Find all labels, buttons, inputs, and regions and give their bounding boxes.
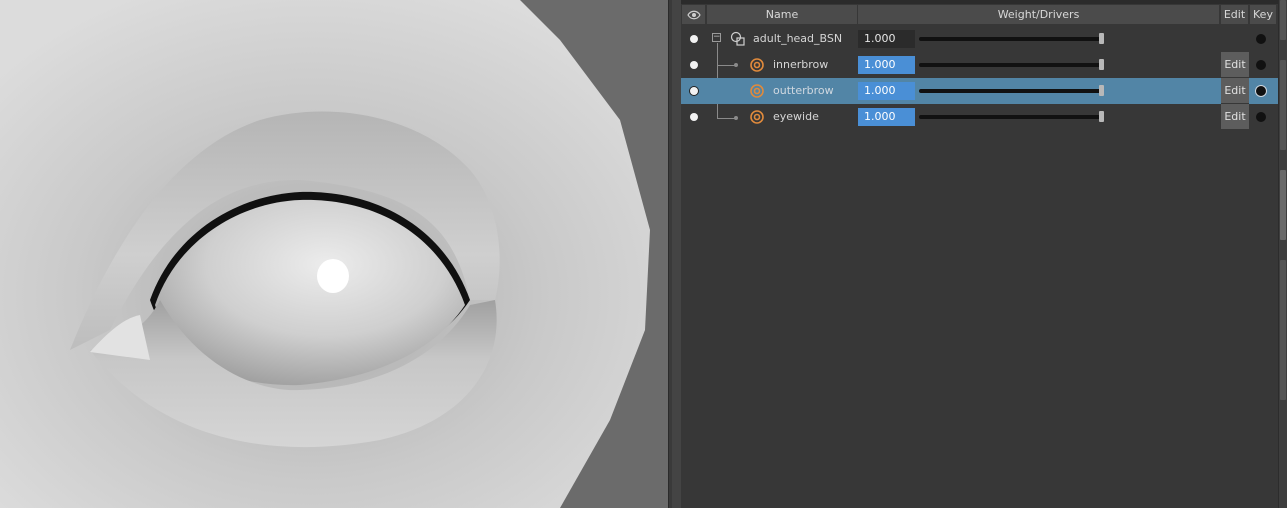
eye-icon [686, 10, 701, 19]
blendshape-row[interactable]: − adult_head_BSN 1.000 [681, 26, 1278, 52]
visibility-toggle[interactable] [690, 35, 698, 43]
panel-gap [672, 0, 681, 508]
side-tab-strip [1278, 0, 1287, 508]
shape-editor-panel: Name Weight/Drivers Edit Key − adult_hea… [681, 0, 1278, 508]
side-tab[interactable] [1280, 0, 1286, 40]
row-name: adult_head_BSN [753, 32, 843, 45]
3d-viewport[interactable] [0, 0, 668, 508]
visibility-column-header[interactable] [682, 5, 706, 24]
edit-button[interactable]: Edit [1221, 104, 1249, 130]
weight-field[interactable]: 1.000 [858, 30, 915, 48]
weight-slider[interactable] [919, 89, 1103, 93]
weight-field[interactable]: 1.000 [858, 56, 915, 74]
edit-column-header[interactable]: Edit [1221, 5, 1249, 24]
side-tab[interactable] [1280, 170, 1286, 240]
target-icon [750, 110, 764, 124]
side-tab[interactable] [1280, 60, 1286, 150]
blendshape-node-icon [730, 31, 745, 46]
weight-drivers-column-header[interactable]: Weight/Drivers [858, 5, 1220, 24]
target-row-eyewide[interactable]: eyewide 1.000 Edit [681, 104, 1278, 130]
key-indicator[interactable] [1256, 86, 1266, 96]
weight-field[interactable]: 1.000 [858, 82, 915, 100]
visibility-toggle[interactable] [690, 87, 698, 95]
slider-handle[interactable] [1099, 33, 1104, 44]
target-icon [750, 84, 764, 98]
target-row-outterbrow[interactable]: outterbrow 1.000 Edit [681, 78, 1278, 104]
target-row-innerbrow[interactable]: innerbrow 1.000 Edit [681, 52, 1278, 78]
edit-button[interactable]: Edit [1221, 78, 1249, 104]
key-indicator[interactable] [1256, 112, 1266, 122]
slider-handle[interactable] [1099, 59, 1104, 70]
specular-highlight [317, 259, 349, 293]
slider-handle[interactable] [1099, 111, 1104, 122]
row-name: innerbrow [773, 58, 829, 71]
key-indicator[interactable] [1256, 34, 1266, 44]
row-name: eyewide [773, 110, 819, 123]
key-column-header[interactable]: Key [1250, 5, 1277, 24]
slider-handle[interactable] [1099, 85, 1104, 96]
visibility-toggle[interactable] [690, 113, 698, 121]
weight-slider[interactable] [919, 37, 1103, 41]
visibility-toggle[interactable] [690, 61, 698, 69]
target-icon [750, 58, 764, 72]
key-indicator[interactable] [1256, 60, 1266, 70]
eye-model-render [0, 0, 668, 508]
panel-top-strip [681, 0, 1278, 4]
weight-field[interactable]: 1.000 [858, 108, 915, 126]
weight-slider[interactable] [919, 115, 1103, 119]
weight-slider[interactable] [919, 63, 1103, 67]
name-column-header[interactable]: Name [707, 5, 858, 24]
edit-button[interactable]: Edit [1221, 52, 1249, 78]
row-name: outterbrow [773, 84, 834, 97]
collapse-toggle[interactable]: − [712, 33, 721, 42]
side-tab[interactable] [1280, 260, 1286, 400]
